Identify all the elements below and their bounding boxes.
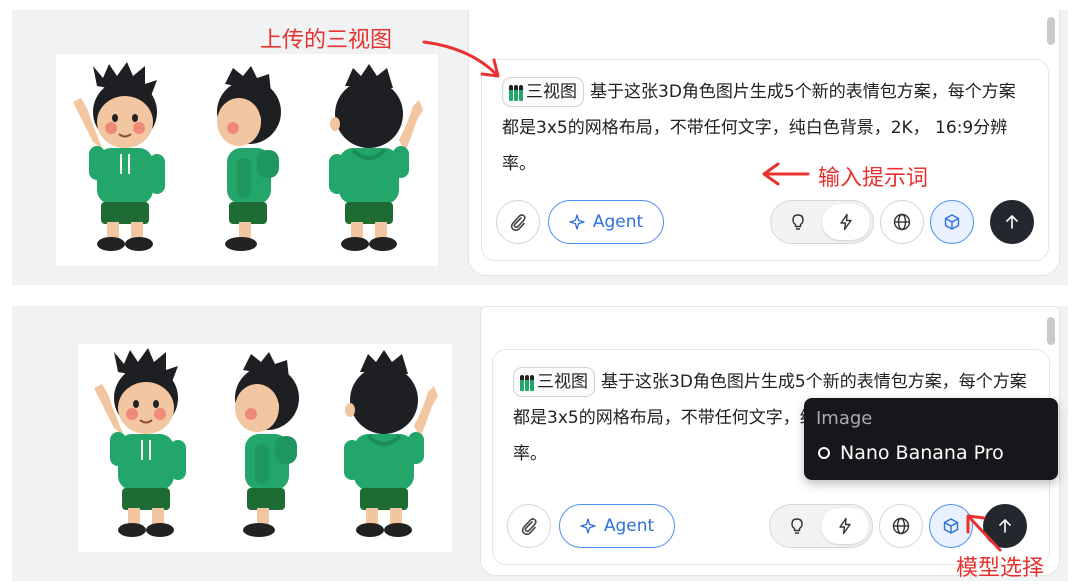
annotation-arrow-icon [966, 514, 1002, 552]
